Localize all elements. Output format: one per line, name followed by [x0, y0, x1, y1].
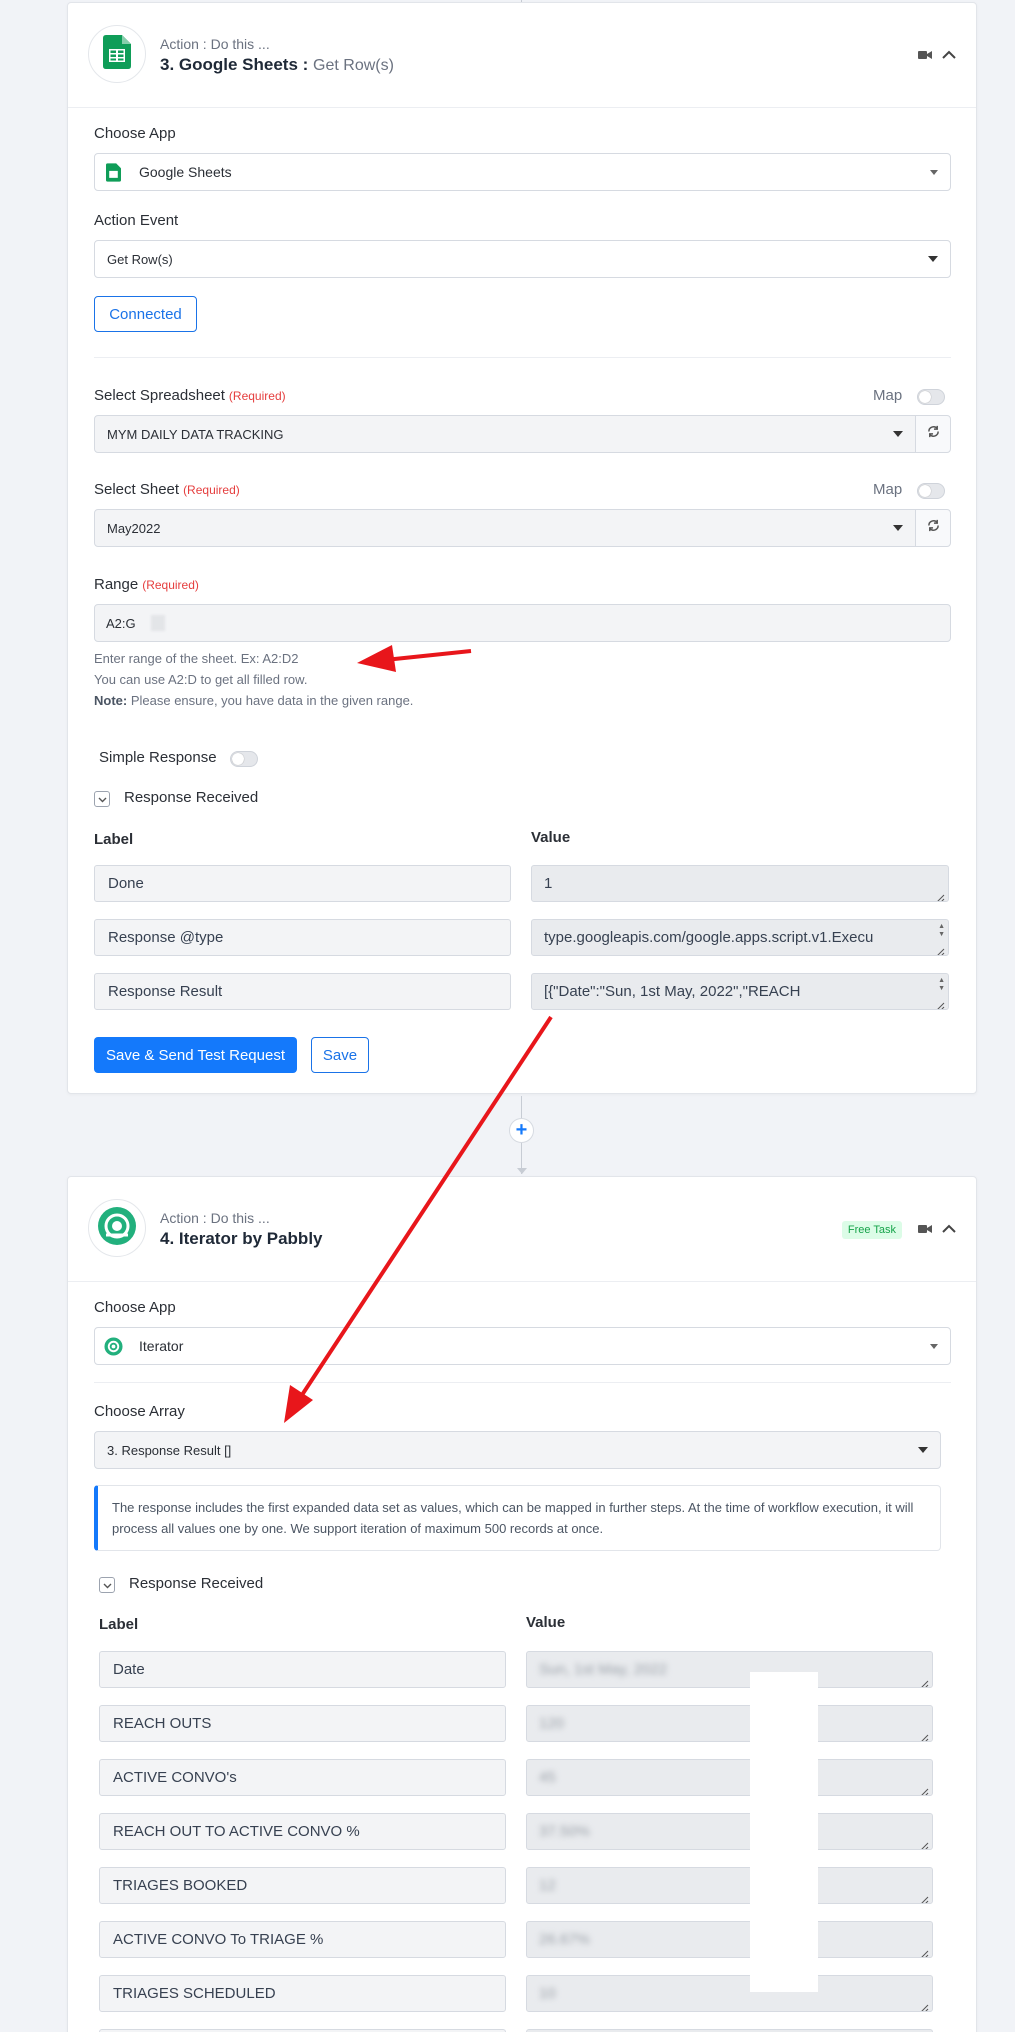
red-arrow-range: [357, 645, 472, 672]
red-arrow-response-result: [284, 1015, 553, 1423]
annotation-arrows: [284, 645, 553, 1423]
